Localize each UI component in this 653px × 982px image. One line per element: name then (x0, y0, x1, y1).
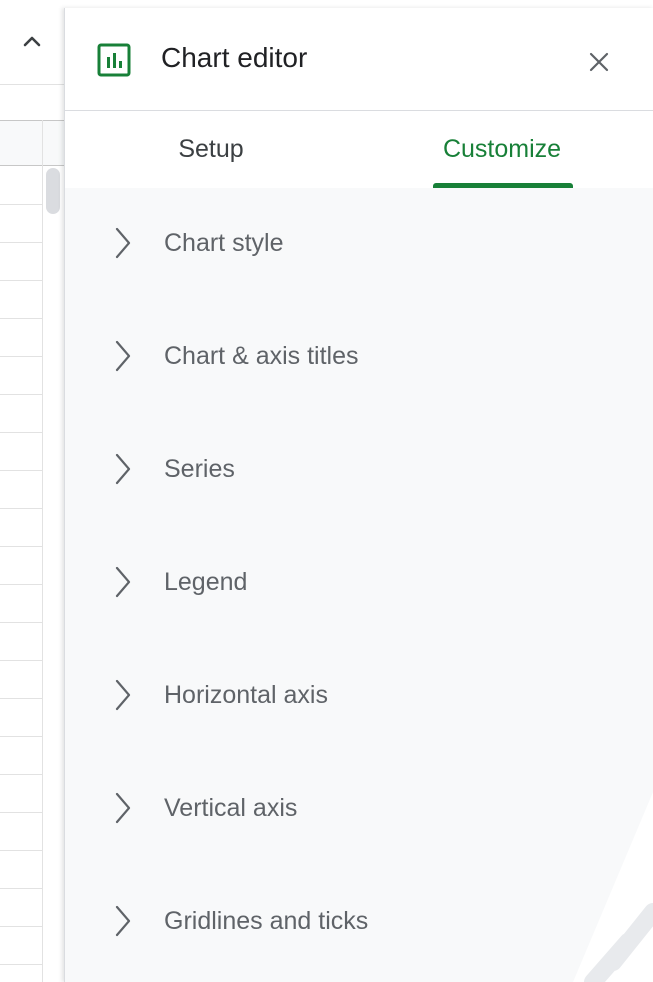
section-label: Legend (164, 568, 248, 596)
sheet-row-line (0, 318, 42, 319)
sheet-row-line (0, 584, 42, 585)
chevron-up-icon[interactable] (20, 30, 44, 54)
sheet-row-line (0, 660, 42, 661)
sheet-row-line (0, 280, 42, 281)
sheet-row-line (0, 736, 42, 737)
chart-editor-panel: Chart editor Setup Customize Chart style… (64, 8, 653, 982)
section-series[interactable]: Series (65, 414, 653, 527)
sheet-row-line (0, 470, 42, 471)
sheet-column-header (0, 120, 64, 166)
section-legend[interactable]: Legend (65, 527, 653, 640)
chart-editor-title: Chart editor (161, 42, 308, 73)
sheet-row-line (0, 546, 42, 547)
sheet-row-line (0, 394, 42, 395)
sheet-scrollbar-thumb[interactable] (46, 168, 60, 214)
sheet-row-line (0, 622, 42, 623)
chart-editor-header: Chart editor (65, 8, 653, 111)
sheet-row-line (0, 356, 42, 357)
section-chart-style[interactable]: Chart style (65, 188, 653, 301)
section-label: Chart style (164, 229, 284, 257)
sheet-toolbar-area (0, 0, 64, 85)
section-label: Series (164, 455, 235, 483)
chevron-right-icon (115, 453, 131, 485)
sheet-row-line (0, 774, 42, 775)
sheet-row-line (0, 964, 42, 965)
sheet-row-line (0, 698, 42, 699)
section-label: Chart & axis titles (164, 342, 359, 370)
chevron-right-icon (115, 340, 131, 372)
section-label: Vertical axis (164, 794, 298, 822)
sheet-row-line (0, 926, 42, 927)
section-horizontal-axis[interactable]: Horizontal axis (65, 640, 653, 753)
chevron-right-icon (115, 227, 131, 259)
chevron-right-icon (115, 792, 131, 824)
section-chart-axis-titles[interactable]: Chart & axis titles (65, 301, 653, 414)
sheet-row-line (0, 508, 42, 509)
customize-sections-list: Chart style Chart & axis titles Series L… (65, 188, 653, 979)
sheet-row-line (0, 888, 42, 889)
sheet-row-line (0, 850, 42, 851)
sheet-row-line (0, 812, 42, 813)
section-gridlines-ticks[interactable]: Gridlines and ticks (65, 866, 653, 979)
chart-editor-tabs: Setup Customize (65, 111, 653, 188)
tab-setup[interactable]: Setup (133, 111, 289, 188)
close-button[interactable] (577, 40, 621, 84)
close-icon (589, 52, 609, 72)
spreadsheet-grid (0, 0, 64, 982)
sheet-column-divider (42, 120, 43, 982)
chevron-right-icon (115, 905, 131, 937)
chart-icon (97, 43, 131, 77)
chevron-right-icon (115, 679, 131, 711)
section-vertical-axis[interactable]: Vertical axis (65, 753, 653, 866)
section-label: Horizontal axis (164, 681, 328, 709)
section-label: Gridlines and ticks (164, 907, 369, 935)
chevron-right-icon (115, 566, 131, 598)
sheet-row-line (0, 242, 42, 243)
sheet-row-line (0, 432, 42, 433)
tab-customize[interactable]: Customize (431, 111, 573, 188)
sheet-row-line (0, 204, 42, 205)
